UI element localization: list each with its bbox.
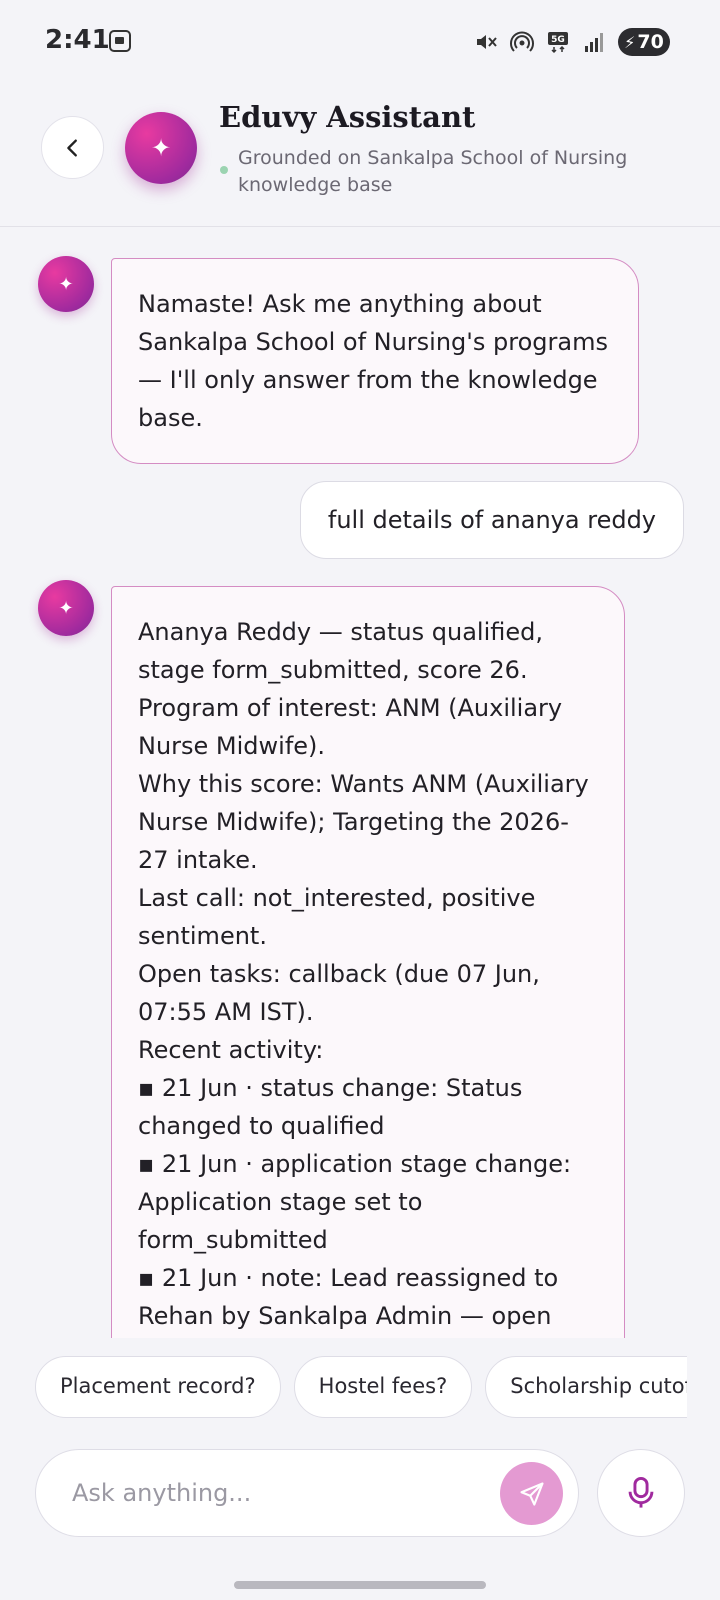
- status-icons: 5G ⚡ 70: [474, 26, 670, 58]
- assistant-message: Namaste! Ask me anything about Sankalpa …: [111, 258, 639, 464]
- chat-header: ✦ Eduvy Assistant Grounded on Sankalpa S…: [0, 84, 720, 227]
- online-status-dot: [220, 166, 228, 174]
- status-bar: 2:41 5G ⚡ 70: [0, 0, 720, 84]
- send-button[interactable]: [500, 1462, 563, 1525]
- network-label: 5G: [551, 35, 565, 45]
- chevron-left-icon: [66, 138, 77, 157]
- message-avatar: ✦: [38, 580, 94, 636]
- quick-reply-chip[interactable]: Hostel fees?: [293, 1356, 473, 1418]
- sparkle-icon: ✦: [58, 597, 74, 619]
- assistant-avatar: ✦: [125, 112, 197, 184]
- back-button[interactable]: [41, 116, 104, 179]
- sparkle-icon: ✦: [150, 134, 172, 162]
- battery-level: 70: [637, 31, 664, 53]
- battery-charging-icon: ⚡ 70: [618, 28, 670, 56]
- message-line: Last call: not_interested, positive sent…: [138, 884, 536, 950]
- message-text: full details of ananya reddy: [327, 506, 656, 534]
- screenshot-icon: [109, 30, 131, 52]
- chat-thread[interactable]: ✦ Namaste! Ask me anything about Sankalp…: [0, 228, 720, 1338]
- message-line: ▪ 21 Jun · note: Lead reassigned to Reha…: [138, 1264, 559, 1330]
- message-line: Why this score: Wants ANM (Auxiliary Nur…: [138, 770, 589, 874]
- message-line: ▪ 21 Jun · status change: Status changed…: [138, 1074, 523, 1140]
- composer: [35, 1449, 579, 1537]
- microphone-button[interactable]: [597, 1449, 685, 1537]
- user-message: full details of ananya reddy: [299, 481, 684, 559]
- quick-reply-chip[interactable]: Placement record?: [35, 1356, 281, 1418]
- message-input[interactable]: [72, 1472, 482, 1514]
- message-avatar: ✦: [38, 256, 94, 312]
- quick-replies: Placement record? Hostel fees? Scholarship…: [35, 1356, 687, 1418]
- quick-reply-chip[interactable]: Scholarship cutoff?: [485, 1356, 687, 1418]
- home-indicator[interactable]: [234, 1581, 486, 1589]
- status-time: 2:41: [45, 25, 110, 55]
- message-line: Program of interest: ANM (Auxiliary Nurs…: [138, 694, 563, 760]
- mute-icon: [477, 35, 497, 49]
- message-text: Namaste! Ask me anything about Sankalpa …: [138, 290, 608, 432]
- signal-icon: [585, 33, 603, 52]
- network-5g-icon: 5G: [548, 32, 568, 54]
- send-icon: [519, 1481, 544, 1506]
- message-line: Recent activity:: [138, 1036, 324, 1064]
- message-line: ▪ 21 Jun · application stage change: App…: [138, 1150, 572, 1254]
- hotspot-icon: [510, 31, 534, 52]
- assistant-message: Ananya Reddy — status qualified, stage f…: [111, 586, 625, 1338]
- assistant-title: Eduvy Assistant: [219, 100, 476, 134]
- assistant-subtitle: Grounded on Sankalpa School of Nursing k…: [238, 147, 628, 196]
- sparkle-icon: ✦: [58, 273, 74, 295]
- message-line: Ananya Reddy — status qualified, stage f…: [138, 618, 543, 684]
- message-line: Open tasks: callback (due 07 Jun, 07:55 …: [138, 960, 540, 1026]
- microphone-icon: [628, 1476, 654, 1508]
